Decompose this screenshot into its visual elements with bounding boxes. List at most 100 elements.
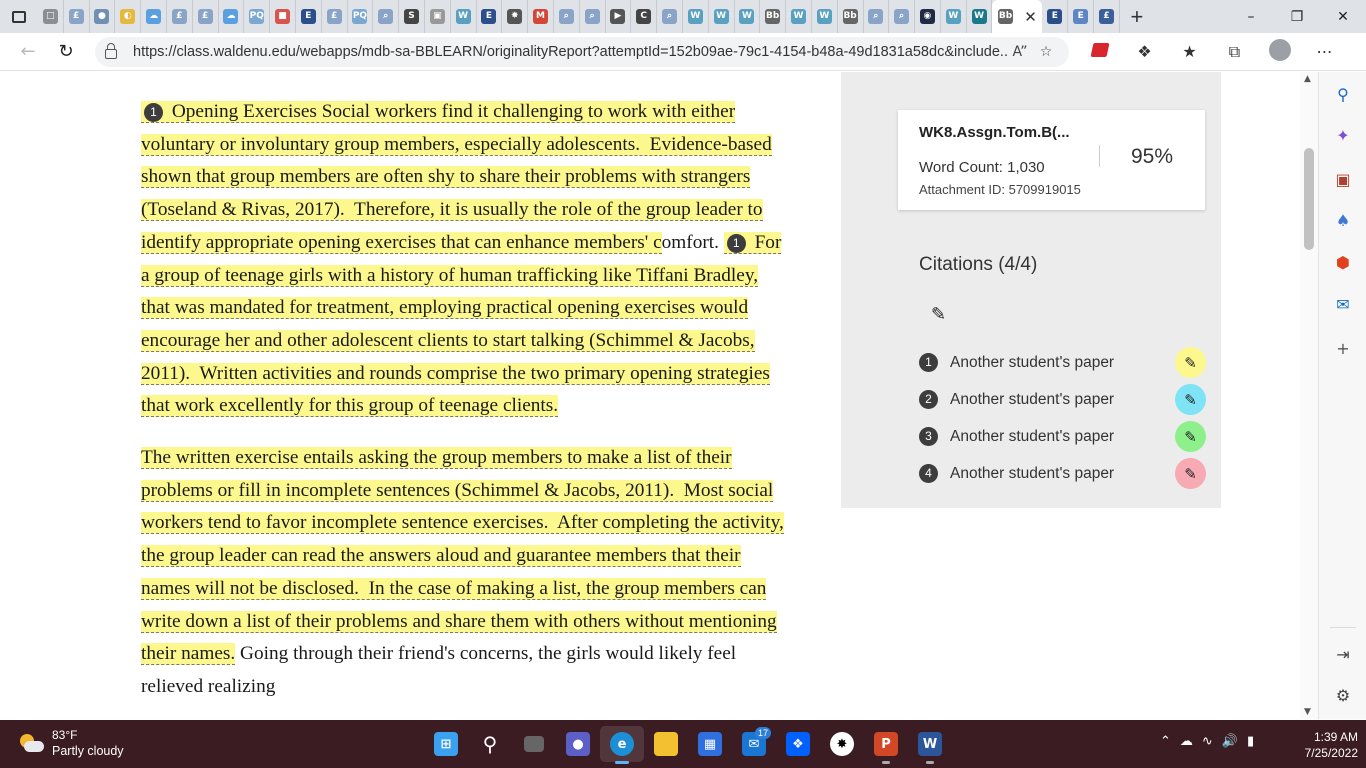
browser-tab[interactable]: £ [1094, 0, 1120, 33]
minimize-button[interactable]: – [1228, 0, 1274, 33]
file-explorer-button[interactable] [644, 726, 688, 762]
matched-text[interactable]: 1 For a group of teenage girls with a hi… [141, 231, 782, 418]
extension-red-icon[interactable] [1077, 42, 1122, 61]
lock-icon[interactable] [105, 42, 117, 59]
browser-tab[interactable]: ⌕ [373, 0, 400, 33]
browser-tab[interactable]: ▶ [606, 0, 632, 33]
address-bar[interactable]: https://class.waldenu.edu/webapps/mdb-sa… [95, 36, 1069, 67]
browser-tab[interactable]: £ [167, 0, 193, 33]
new-tab-button[interactable]: + [1120, 4, 1154, 30]
clock[interactable]: 1:39 AM 7/25/2022 [1288, 729, 1358, 761]
browser-tab[interactable]: ◉ [915, 0, 941, 33]
games-icon[interactable]: ♠ [1333, 210, 1353, 230]
browser-tab[interactable]: ■ [270, 0, 296, 33]
browser-tab[interactable]: ✸ [502, 0, 529, 33]
citation-item[interactable]: 4 Another student's paper ✎ [919, 455, 1209, 492]
citation-source-label[interactable]: Another student's paper [950, 391, 1114, 409]
battery-icon[interactable]: ▮ [1247, 734, 1254, 749]
store-button[interactable]: ▦ [688, 726, 732, 762]
highlight-all-pen-icon[interactable]: ✎ [931, 304, 946, 325]
chevron-up-icon[interactable]: ⌃ [1160, 734, 1171, 749]
browser-tab[interactable]: E [1068, 0, 1095, 33]
office-icon[interactable]: ⬢ [1333, 252, 1353, 272]
search-button[interactable]: ⚲ [468, 726, 512, 762]
dropbox-button[interactable]: ❖ [776, 726, 820, 762]
browser-tab[interactable]: ● [90, 0, 116, 33]
browser-tab[interactable]: □ [38, 0, 64, 33]
browser-tab[interactable]: ☁ [219, 0, 245, 33]
close-tab-icon[interactable]: ✕ [1024, 8, 1037, 26]
outlook-icon[interactable]: ✉ [1333, 294, 1353, 314]
edge-taskbar-button[interactable]: e [600, 726, 644, 764]
restore-button[interactable]: ❐ [1274, 0, 1320, 33]
browser-tab[interactable]: ⌕ [554, 0, 580, 33]
browser-tab-active[interactable]: Bb ✕ [992, 0, 1043, 33]
browser-tab[interactable]: ▣ [425, 0, 451, 33]
scrollbar-thumb[interactable] [1304, 148, 1314, 250]
extensions-puzzle-icon[interactable]: ❖ [1122, 42, 1167, 61]
collections-icon[interactable]: ⧉ [1212, 42, 1257, 62]
onedrive-cloud-icon[interactable]: ☁ [1180, 734, 1193, 749]
start-button[interactable]: ⊞ [424, 726, 468, 762]
browser-tab[interactable]: W [709, 0, 735, 33]
back-button[interactable]: ← [9, 33, 47, 71]
browser-tab[interactable]: £ [322, 0, 348, 33]
scroll-up-arrow-icon[interactable]: ▲ [1304, 74, 1311, 84]
citation-item[interactable]: 1 Another student's paper ✎ [919, 344, 1209, 381]
powerpoint-button[interactable]: P [864, 726, 908, 764]
close-window-button[interactable]: ✕ [1320, 0, 1366, 33]
browser-tab[interactable]: £ [193, 0, 219, 33]
browser-tab[interactable]: E [296, 0, 322, 33]
search-icon[interactable]: ⚲ [1333, 84, 1353, 104]
citation-source-label[interactable]: Another student's paper [950, 428, 1114, 446]
more-menu-icon[interactable]: ⋯ [1302, 42, 1347, 61]
volume-icon[interactable]: 🔊 [1222, 734, 1238, 749]
sidebar-settings-gear-icon[interactable]: ⚙ [1333, 685, 1353, 705]
hide-sidebar-icon[interactable]: ⇥ [1333, 644, 1353, 664]
browser-tab[interactable]: ⌕ [580, 0, 606, 33]
citation-marker[interactable]: 1 [144, 103, 163, 122]
browser-tab[interactable]: ◐ [115, 0, 142, 33]
browser-tab[interactable]: W [812, 0, 838, 33]
highlight-pen-icon[interactable]: ✎ [1175, 384, 1206, 415]
citation-item[interactable]: 2 Another student's paper ✎ [919, 381, 1209, 418]
browser-tab[interactable]: Bb [760, 0, 787, 33]
citation-item[interactable]: 3 Another student's paper ✎ [919, 418, 1209, 455]
browser-tab[interactable]: W [786, 0, 812, 33]
browser-tab[interactable]: W [735, 0, 761, 33]
browser-tab[interactable]: PQ [348, 0, 374, 33]
mail-button[interactable]: ✉ 17 [732, 726, 776, 762]
add-favorite-icon[interactable]: ☆ [1033, 44, 1059, 60]
wifi-icon[interactable]: ∿ [1202, 734, 1213, 749]
browser-tab[interactable]: Bb [838, 0, 864, 33]
citation-marker[interactable]: 1 [726, 233, 746, 253]
tab-actions-menu-button[interactable] [0, 0, 38, 33]
highlight-pen-icon[interactable]: ✎ [1175, 347, 1206, 378]
browser-tab[interactable]: ⌕ [657, 0, 683, 33]
browser-tab[interactable]: W [451, 0, 477, 33]
add-sidebar-app-icon[interactable]: + [1333, 338, 1353, 358]
citation-source-label[interactable]: Another student's paper [950, 465, 1114, 483]
favorites-icon[interactable]: ★ [1167, 42, 1212, 61]
highlight-pen-icon[interactable]: ✎ [1175, 458, 1206, 489]
scroll-down-arrow-icon[interactable]: ▼ [1304, 707, 1311, 717]
browser-tab[interactable]: £ [64, 0, 90, 33]
browser-tab[interactable]: E [1042, 0, 1069, 33]
read-aloud-icon[interactable]: A” [1007, 44, 1033, 60]
browser-tab[interactable]: W [941, 0, 967, 33]
word-button[interactable]: W [908, 726, 952, 764]
browser-tab[interactable]: C [631, 0, 658, 33]
highlight-pen-icon[interactable]: ✎ [1175, 421, 1206, 452]
browser-tab[interactable]: W [683, 0, 709, 33]
browser-tab[interactable]: W [967, 0, 993, 33]
page-scrollbar[interactable]: ▲ ▼ [1300, 72, 1318, 719]
citation-source-label[interactable]: Another student's paper [950, 354, 1114, 372]
browser-tab[interactable]: S [399, 0, 425, 33]
browser-tab[interactable]: ⌕ [864, 0, 890, 33]
shopping-icon[interactable]: ▣ [1333, 169, 1353, 189]
openai-button[interactable]: ✸ [820, 726, 864, 762]
task-view-button[interactable] [512, 726, 556, 762]
browser-tab[interactable]: ☁ [141, 0, 167, 33]
browser-tab[interactable]: ⌕ [889, 0, 916, 33]
teams-chat-button[interactable]: ● [556, 726, 600, 762]
